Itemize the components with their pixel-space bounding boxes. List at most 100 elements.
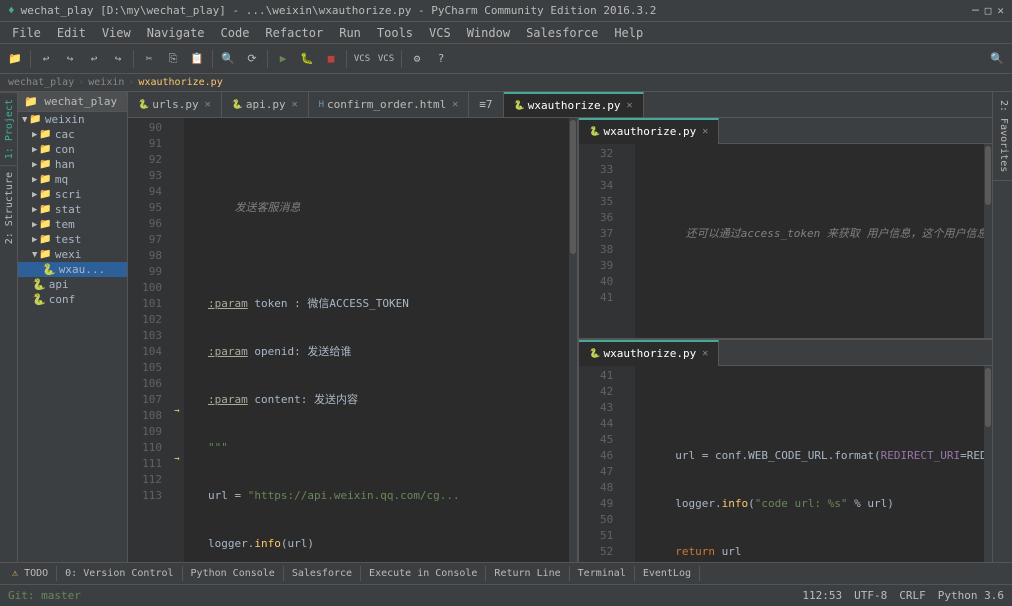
code-area-left: 90919293 94959697 9899100101 10210310410… <box>128 118 577 562</box>
toolbar-paste[interactable]: 📋 <box>186 48 208 70</box>
tab-api[interactable]: 🐍 api.py ✕ <box>222 92 309 118</box>
sidebar-item-tem[interactable]: ▶ 📁 tem <box>18 217 127 232</box>
menu-navigate[interactable]: Navigate <box>139 24 213 42</box>
close-button[interactable]: ✕ <box>997 4 1004 17</box>
menu-edit[interactable]: Edit <box>49 24 94 42</box>
code-right-top[interactable]: 还可以通过access_token 来获取 用户信息，这个用户信息... """… <box>635 144 984 338</box>
py-icon: 🐍 <box>32 293 46 306</box>
code-right-bottom[interactable]: url = conf.WEB_CODE_URL.format(REDIRECT_… <box>635 366 984 562</box>
sidebar-item-wxauthorize[interactable]: 🐍 wxau... <box>18 262 127 277</box>
toolbar-run[interactable]: ▶ <box>272 48 294 70</box>
folder-icon: 📁 <box>39 204 51 215</box>
folder-icon: 📁 <box>39 234 51 245</box>
close-tab-wx[interactable]: ✕ <box>626 100 632 111</box>
return-line-tab[interactable]: Return Line <box>486 566 569 581</box>
menu-run[interactable]: Run <box>331 24 369 42</box>
sidebar-item-py2[interactable]: 🐍 api <box>18 277 127 292</box>
salesforce-tab[interactable]: Salesforce <box>284 566 361 581</box>
title-bar: ♦ wechat_play [D:\my\wechat_play] - ...\… <box>0 0 1012 22</box>
split-tab-wxauthorize-bottom[interactable]: 🐍 wxauthorize.py ✕ <box>579 340 719 366</box>
close-split-tab[interactable]: ✕ <box>702 126 708 137</box>
maximize-button[interactable]: □ <box>985 4 992 17</box>
minimize-button[interactable]: ─ <box>972 4 979 17</box>
sidebar-item-test[interactable]: ▶ 📁 test <box>18 232 127 247</box>
menu-vcs[interactable]: VCS <box>421 24 459 42</box>
status-encoding[interactable]: UTF-8 <box>854 589 887 602</box>
close-tab-confirm[interactable]: ✕ <box>452 99 458 110</box>
code-line-98: logger.info(url) <box>188 536 565 552</box>
menu-file[interactable]: File <box>4 24 49 42</box>
tab-urls[interactable]: 🐍 urls.py ✕ <box>128 92 222 118</box>
code-left[interactable]: 发送客服消息 :param token : 微信ACCESS_TOKEN :pa… <box>184 118 569 562</box>
toolbar-debug[interactable]: 🐛 <box>296 48 318 70</box>
status-git[interactable]: Git: master <box>8 589 81 602</box>
todo-label: TODO <box>24 568 48 579</box>
scrollbar-right-top[interactable] <box>984 144 992 338</box>
expand-arrow: ▶ <box>32 175 37 185</box>
close-tab-api[interactable]: ✕ <box>292 99 298 110</box>
toolbar-forward[interactable]: ↪ <box>59 48 81 70</box>
folder-icon: 📁 <box>39 129 51 140</box>
sidebar-item-wexi[interactable]: ▼ 📁 wexi <box>18 247 127 262</box>
todo-tab[interactable]: ⚠ TODO <box>4 566 57 581</box>
event-log-tab[interactable]: EventLog <box>635 566 700 581</box>
toolbar-undo[interactable]: ↩ <box>83 48 105 70</box>
project-tab[interactable]: 1: Project <box>0 92 17 165</box>
menu-tools[interactable]: Tools <box>369 24 421 42</box>
scroll-thumb-right-top[interactable] <box>985 146 991 204</box>
toolbar-search-everywhere[interactable]: 🔍 <box>986 48 1008 70</box>
tab-wxauthorize[interactable]: 🐍 wxauthorize.py ✕ <box>504 92 644 118</box>
toolbar-settings[interactable]: ⚙ <box>406 48 428 70</box>
execute-console-tab[interactable]: Execute in Console <box>361 566 486 581</box>
sidebar-item-py3[interactable]: 🐍 conf <box>18 292 127 307</box>
split-tab-wxauthorize-top[interactable]: 🐍 wxauthorize.py ✕ <box>579 118 719 144</box>
structure-tab[interactable]: 2: Structure <box>0 165 17 250</box>
toolbar-stop[interactable]: ■ <box>320 48 342 70</box>
sidebar-item-han[interactable]: ▶ 📁 han <box>18 157 127 172</box>
toolbar-sep-5 <box>346 50 347 68</box>
toolbar-help[interactable]: ? <box>430 48 452 70</box>
expand-arrow: ▶ <box>32 235 37 245</box>
app-icon: ♦ <box>8 4 15 17</box>
toolbar-copy[interactable]: ⎘ <box>162 48 184 70</box>
menu-code[interactable]: Code <box>213 24 258 42</box>
toolbar-back[interactable]: ↩ <box>35 48 57 70</box>
toolbar-vcs2[interactable]: VCS <box>375 48 397 70</box>
scrollbar-left[interactable] <box>569 118 577 562</box>
menu-salesforce[interactable]: Salesforce <box>518 24 606 42</box>
menu-window[interactable]: Window <box>459 24 518 42</box>
sidebar-item-mq[interactable]: ▶ 📁 mq <box>18 172 127 187</box>
sidebar-item-wechat[interactable]: ▼ 📁 weixin <box>18 112 127 127</box>
menu-view[interactable]: View <box>94 24 139 42</box>
editor-area: 🐍 urls.py ✕ 🐍 api.py ✕ H confirm_order.h… <box>128 92 992 562</box>
scroll-thumb-left[interactable] <box>570 120 576 253</box>
toolbar-replace[interactable]: ⟳ <box>241 48 263 70</box>
close-tab-urls[interactable]: ✕ <box>205 99 211 110</box>
tab-confirm[interactable]: H confirm_order.html ✕ <box>309 92 470 118</box>
toolbar-cut[interactable]: ✂ <box>138 48 160 70</box>
expand-arrow: ▶ <box>32 130 37 140</box>
close-split-tab-b[interactable]: ✕ <box>702 348 708 359</box>
python-console-tab[interactable]: Python Console <box>183 566 284 581</box>
menu-refactor[interactable]: Refactor <box>257 24 331 42</box>
status-line-sep[interactable]: CRLF <box>899 589 926 602</box>
status-python[interactable]: Python 3.6 <box>938 589 1004 602</box>
toolbar-redo[interactable]: ↪ <box>107 48 129 70</box>
sidebar-item-con[interactable]: ▶ 📁 con <box>18 142 127 157</box>
version-control-tab[interactable]: 0: Version Control <box>57 566 182 581</box>
tab-overflow[interactable]: ≡7 <box>469 92 503 118</box>
terminal-tab[interactable]: Terminal <box>570 566 635 581</box>
tab-label-overflow: ≡7 <box>479 98 492 111</box>
sidebar-label: weixin <box>45 113 85 126</box>
menu-help[interactable]: Help <box>606 24 651 42</box>
sidebar-item-scri[interactable]: ▶ 📁 scri <box>18 187 127 202</box>
scroll-thumb-right-bottom[interactable] <box>985 368 991 427</box>
scrollbar-right-bottom[interactable] <box>984 366 992 562</box>
toolbar-project[interactable]: 📁 <box>4 48 26 70</box>
toolbar-search[interactable]: 🔍 <box>217 48 239 70</box>
favorites-tab[interactable]: 2: Favorites <box>993 92 1012 181</box>
rb-line-41 <box>639 400 980 416</box>
sidebar-item-stat[interactable]: ▶ 📁 stat <box>18 202 127 217</box>
toolbar-vcs[interactable]: VCS <box>351 48 373 70</box>
sidebar-item-cac[interactable]: ▶ 📁 cac <box>18 127 127 142</box>
